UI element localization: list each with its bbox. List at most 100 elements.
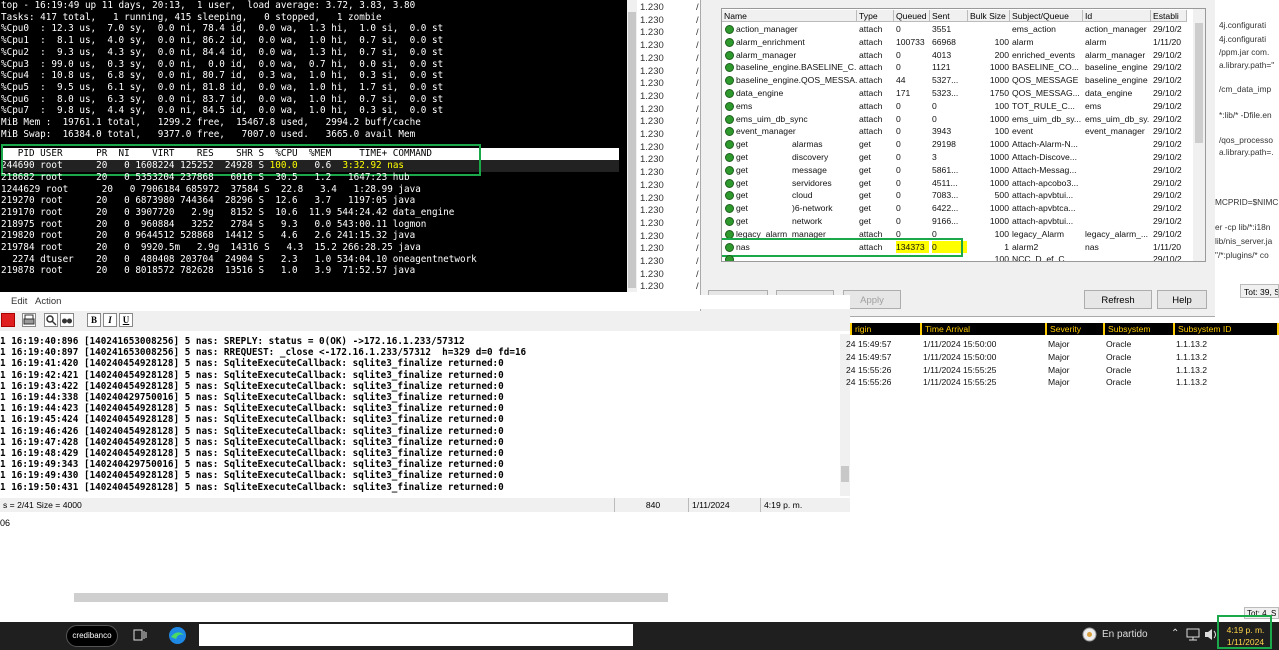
alarm-cell[interactable]: 1.1.13.2	[1176, 377, 1207, 387]
log-line[interactable]: 1 16:19:40:896 [140241653008256] 5 nas: …	[0, 336, 465, 347]
terminal-scroll-thumb[interactable]	[628, 12, 636, 288]
alarm-cell[interactable]: 1.1.13.2	[1176, 339, 1207, 349]
alarm-cell[interactable]: 1/11/2024 15:55:25	[923, 377, 996, 387]
menu-edit[interactable]: Edit	[11, 296, 27, 307]
log-line[interactable]: 1 16:19:50:431 [140240454928128] 5 nas: …	[0, 482, 504, 493]
taskbar-clock[interactable]: 4:19 p. m. 1/11/2024	[1219, 622, 1272, 650]
log-line[interactable]: 1 16:19:49:430 [140240454928128] 5 nas: …	[0, 470, 504, 481]
grid-row[interactable]: data_engine attach 171 5323... 1750 QOS_MESSA…	[722, 87, 1187, 100]
task-view-icon[interactable]	[133, 628, 147, 647]
grid-row[interactable]: ems_uim_db_sync attach 0 0 1000 ems_uim_db_sy…	[722, 113, 1187, 126]
terminal-scrollbar[interactable]	[627, 0, 637, 292]
log-line[interactable]: 1 16:19:47:428 [140240454928128] 5 nas: …	[0, 437, 504, 448]
grid-row[interactable]: alarm_manager attach 0 4013 200 enriched_even…	[722, 49, 1187, 62]
alarm-column-header[interactable]: Severity	[1045, 323, 1103, 335]
alarm-cell[interactable]: 1.1.13.2	[1176, 365, 1207, 375]
grid-row[interactable]: get get 0 3 1000 Attach-Discove... 29/10/2 disc…	[722, 151, 1187, 164]
bold-button[interactable]: B	[87, 313, 101, 327]
top-terminal[interactable]: top - 16:19:49 up 11 days, 20:13, 1 user…	[0, 0, 627, 292]
process-row[interactable]: 2274 dtuser 20 0 480408 203704 24904 S 2…	[1, 254, 626, 266]
log-text-area[interactable]: 1 16:19:40:896 [140241653008256] 5 nas: …	[0, 334, 840, 496]
alarm-column-header[interactable]: Subsystem ID	[1173, 323, 1277, 335]
grid-row[interactable]: get get 0 7083... 500 attach-apvbtui... 29/10/…	[722, 189, 1187, 202]
grid-row[interactable]: nas attach 134373 0 1 alarm2 nas 1/11/20	[722, 240, 1187, 254]
show-hidden-icons-icon[interactable]: ⌃	[1171, 628, 1179, 639]
log-line[interactable]: 1 16:19:43:422 [140240454928128] 5 nas: …	[0, 381, 504, 392]
subscriber-grid[interactable]: Name Type Queued Sent Bulk Size Subject/Queue…	[721, 8, 1206, 262]
process-row[interactable]: 1244629 root 20 0 7906184 685972 37584 S…	[1, 184, 626, 196]
grid-row[interactable]: baseline_engine.BASELINE_C... attach 0 1121…	[722, 61, 1187, 74]
grid-column-header[interactable]: Id	[1083, 10, 1151, 22]
log-line[interactable]: 1 16:19:41:420 [140240454928128] 5 nas: …	[0, 358, 504, 369]
alarm-cell[interactable]: Major	[1048, 377, 1070, 387]
process-row[interactable]: 219270 root 20 0 6873980 744364 28296 S …	[1, 195, 626, 207]
alarm-cell[interactable]: 24 15:55:26	[846, 365, 891, 375]
grid-row[interactable]: alarm_enrichment attach 100733 66968 100 alar…	[722, 36, 1187, 49]
binoculars-icon[interactable]	[60, 313, 74, 327]
credibanco-app-button[interactable]: credibanco	[66, 625, 118, 647]
alarm-cell[interactable]: Oracle	[1106, 377, 1131, 387]
grid-row[interactable]: action_manager attach 0 3551 ems_action actio…	[722, 23, 1187, 36]
underline-button[interactable]: U	[119, 313, 133, 327]
process-row[interactable]: 218682 root 20 0 5353204 237868 6016 S 3…	[1, 172, 626, 184]
volume-icon[interactable]	[1204, 628, 1218, 646]
grid-vscrollbar[interactable]	[1193, 9, 1205, 261]
grid-column-header[interactable]: Subject/Queue	[1010, 10, 1083, 22]
alarm-cell[interactable]: 1/11/2024 15:50:00	[923, 352, 996, 362]
menu-action[interactable]: Action	[35, 296, 61, 307]
log-line[interactable]: 1 16:19:44:338 [140240429750016] 5 nas: …	[0, 392, 504, 403]
log-line[interactable]: 1 16:19:48:429 [140240454928128] 5 nas: …	[0, 448, 504, 459]
weather-icon[interactable]	[1082, 627, 1097, 647]
log-line[interactable]: 1 16:19:40:897 [140241653008256] 5 nas: …	[0, 347, 526, 358]
grid-row[interactable]: event_manager attach 0 3943 100 event event_ma…	[722, 125, 1187, 138]
process-row[interactable]: 219784 root 20 0 9920.5m 2.9g 14316 S 4.…	[1, 242, 626, 254]
grid-row[interactable]: get get 0 5861... 1000 Attach-Messag... 29/10/…	[722, 164, 1187, 177]
edge-browser-icon[interactable]	[168, 626, 187, 650]
alarm-cell[interactable]: 24 15:49:57	[846, 352, 891, 362]
log-line[interactable]: 1 16:19:45:424 [140240454928128] 5 nas: …	[0, 414, 504, 425]
stop-icon[interactable]	[1, 313, 15, 327]
alarm-column-header[interactable]: Time Arrival	[920, 323, 1045, 335]
log-scroll-thumb[interactable]	[841, 466, 849, 482]
grid-row[interactable]: get get 0 6422... 1000 attach-apvbtca... 29/10…	[722, 202, 1187, 215]
alarm-cell[interactable]: Major	[1048, 352, 1070, 362]
alarm-cell[interactable]: 1/11/2024 15:50:00	[923, 339, 996, 349]
grid-scroll-thumb[interactable]	[1195, 23, 1203, 143]
process-row[interactable]: 218975 root 20 0 960884 3252 2784 S 9.3 …	[1, 219, 626, 231]
log-line[interactable]: 1 16:19:49:343 [140240429750016] 5 nas: …	[0, 459, 504, 470]
find-icon[interactable]	[44, 313, 58, 327]
horizontal-scrollbar[interactable]	[74, 593, 668, 602]
grid-row[interactable]: ems attach 0 0 100 TOT_RULE_C... ems 29/10/2	[722, 100, 1187, 113]
help-button[interactable]: Help	[1157, 290, 1207, 309]
grid-row[interactable]: baseline_engine.QOS_MESSA... attach 44 5327…	[722, 74, 1187, 87]
grid-column-header[interactable]: Sent	[930, 10, 968, 22]
weather-text[interactable]: En partido	[1102, 629, 1148, 640]
grid-row[interactable]: 100 NCC_D_ef..C... 29/10/2	[722, 253, 1187, 261]
apply-button[interactable]: Apply	[843, 290, 901, 309]
grid-column-header[interactable]: Type	[857, 10, 894, 22]
alarm-cell[interactable]: Oracle	[1106, 339, 1131, 349]
alarm-column-header[interactable]: Subsystem	[1103, 323, 1173, 335]
alarm-column-header[interactable]: rigin	[850, 323, 920, 335]
alarm-cell[interactable]: 1/11/2024 15:55:25	[923, 365, 996, 375]
alarm-cell[interactable]: 24 15:55:26	[846, 377, 891, 387]
grid-row[interactable]: get get 0 29198 1000 Attach-Alarm-N... 29/10/2…	[722, 138, 1187, 151]
process-row[interactable]: 219878 root 20 0 8018572 782628 13516 S …	[1, 265, 626, 277]
process-row-selected[interactable]: 244690 root 20 0 1608224 125252 24928 S …	[1, 160, 619, 173]
grid-row[interactable]: get get 0 9166... 1000 attach-apvbtui... 29/10…	[722, 215, 1187, 228]
alarm-cell[interactable]: 1.1.13.2	[1176, 352, 1207, 362]
taskbar-search-box[interactable]	[199, 624, 633, 646]
grid-row[interactable]: get get 0 4511... 1000 attach-apcobo3... 29/10…	[722, 177, 1187, 190]
grid-column-header[interactable]: Establi	[1151, 10, 1187, 22]
grid-column-header[interactable]: Queued	[894, 10, 930, 22]
grid-column-header[interactable]: Bulk Size	[968, 10, 1010, 22]
network-icon[interactable]	[1186, 628, 1200, 646]
alarm-cell[interactable]: 24 15:49:57	[846, 339, 891, 349]
refresh-button[interactable]: Refresh	[1084, 290, 1152, 309]
log-line[interactable]: 1 16:19:44:423 [140240454928128] 5 nas: …	[0, 403, 504, 414]
print-icon[interactable]	[22, 313, 36, 327]
process-row[interactable]: 219820 root 20 0 9644512 528868 14412 S …	[1, 230, 626, 242]
alarm-cell[interactable]: Oracle	[1106, 365, 1131, 375]
log-line[interactable]: 1 16:19:46:426 [140240454928128] 5 nas: …	[0, 426, 504, 437]
italic-button[interactable]: I	[103, 313, 117, 327]
